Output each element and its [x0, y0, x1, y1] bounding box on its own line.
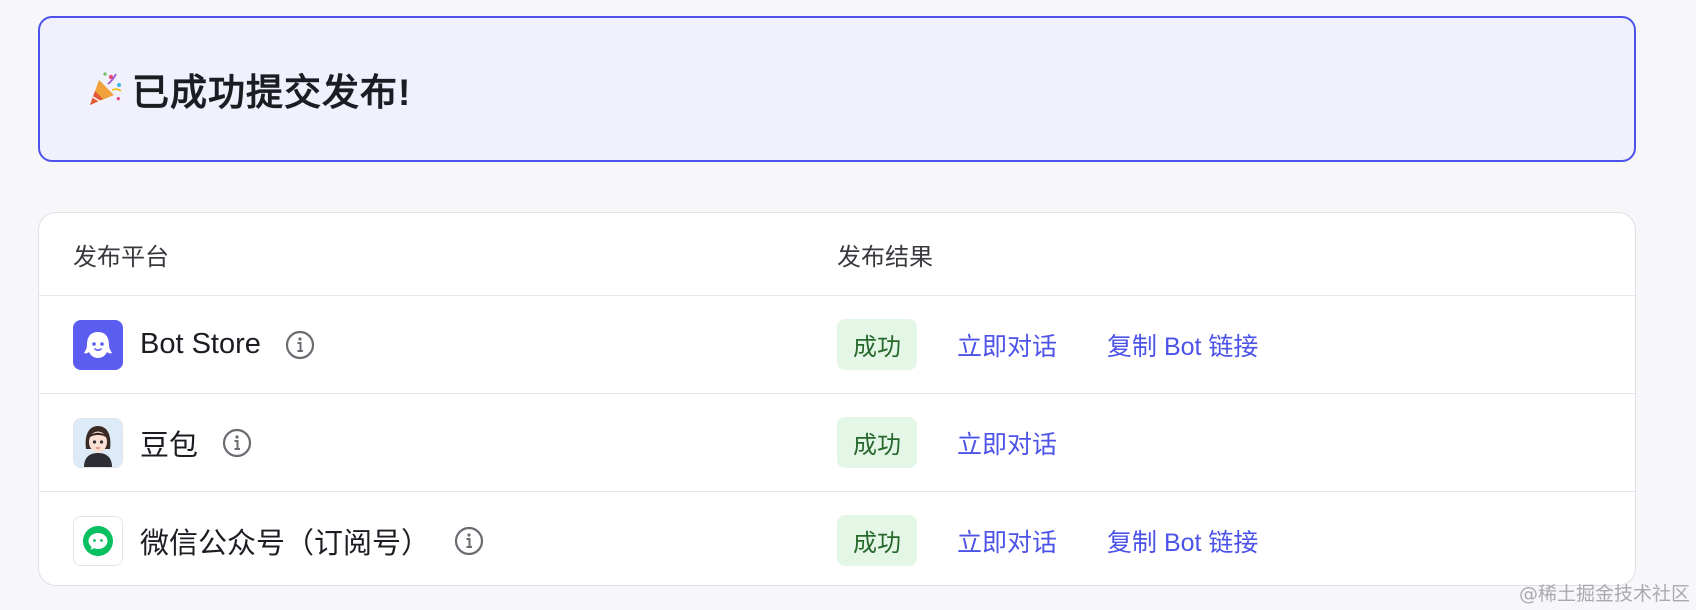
chat-now-link[interactable]: 立即对话 — [957, 327, 1057, 363]
platform-cell: Bot Store — [73, 296, 315, 393]
success-banner: 已成功提交发布! — [38, 16, 1636, 162]
doubao-avatar-icon — [73, 417, 123, 468]
party-popper-icon — [86, 70, 124, 108]
banner-title: 已成功提交发布! — [132, 72, 412, 113]
info-icon[interactable] — [285, 330, 315, 360]
chat-now-link[interactable]: 立即对话 — [957, 523, 1057, 559]
copy-bot-link[interactable]: 复制 Bot 链接 — [1107, 523, 1258, 559]
wechat-icon — [73, 515, 123, 566]
status-badge: 成功 — [837, 319, 917, 370]
header-platform: 发布平台 — [73, 243, 169, 271]
info-icon[interactable] — [454, 526, 484, 556]
platform-name: 微信公众号（订阅号） — [140, 527, 431, 560]
platform-cell: 微信公众号（订阅号） — [73, 492, 484, 585]
header-result: 发布结果 — [837, 243, 933, 271]
publish-result-table: 发布平台 发布结果 Bot Store 成功 立即对话 复制 Bot 链接 豆包… — [38, 212, 1636, 586]
table-row: 微信公众号（订阅号） 成功 立即对话 复制 Bot 链接 — [39, 492, 1635, 585]
status-badge: 成功 — [837, 417, 917, 468]
copy-bot-link[interactable]: 复制 Bot 链接 — [1107, 327, 1258, 363]
table-row: Bot Store 成功 立即对话 复制 Bot 链接 — [39, 296, 1635, 394]
info-icon[interactable] — [222, 428, 252, 458]
result-cell: 成功 立即对话 — [837, 394, 1057, 491]
platform-name: Bot Store — [140, 328, 261, 360]
platform-cell: 豆包 — [73, 394, 252, 491]
platform-name: 豆包 — [140, 429, 199, 462]
table-row: 豆包 成功 立即对话 — [39, 394, 1635, 492]
bot-store-icon — [73, 319, 123, 370]
watermark: @稀土掘金技术社区 — [1518, 583, 1690, 605]
chat-now-link[interactable]: 立即对话 — [957, 425, 1057, 461]
result-cell: 成功 立即对话 复制 Bot 链接 — [837, 296, 1258, 393]
status-badge: 成功 — [837, 515, 917, 566]
result-cell: 成功 立即对话 复制 Bot 链接 — [837, 492, 1258, 585]
table-header: 发布平台 发布结果 — [39, 213, 1635, 296]
